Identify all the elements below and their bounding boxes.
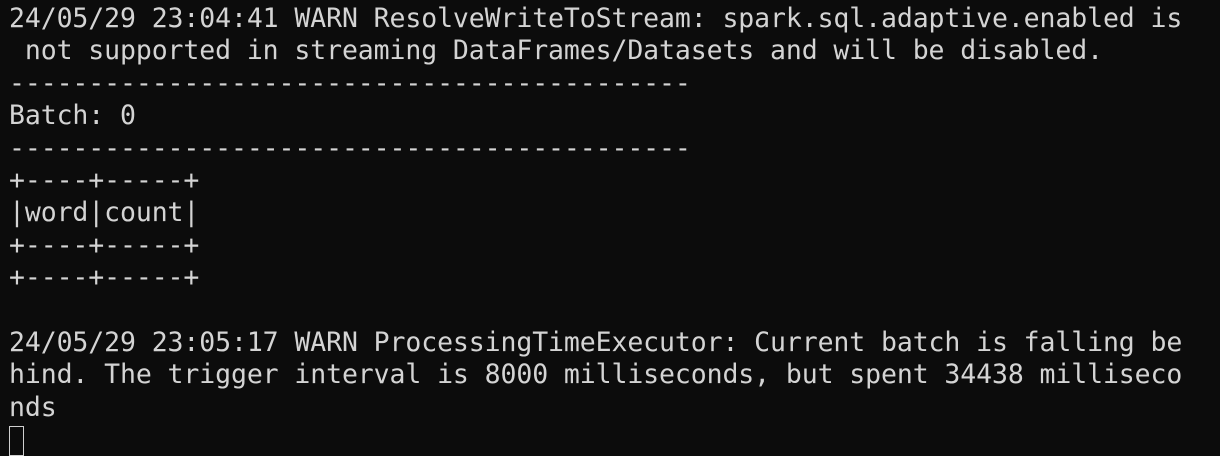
log-line-warn-processing-cont: hind. The trigger interval is 8000 milli…: [9, 359, 1183, 391]
batch-separator-top: ----------------------------------------…: [9, 67, 691, 99]
table-border-bottom: +----+-----+: [9, 262, 200, 294]
table-border-top: +----+-----+: [9, 164, 200, 196]
prompt-line[interactable]: [9, 424, 1220, 456]
batch-separator-bottom: ----------------------------------------…: [9, 132, 691, 164]
log-line-warn-processing-end: nds: [9, 391, 57, 423]
table-border-middle: +----+-----+: [9, 229, 200, 261]
batch-header: Batch: 0: [9, 100, 136, 132]
log-line-warn-processing: 24/05/29 23:05:17 WARN ProcessingTimeExe…: [9, 326, 1183, 358]
log-line-warn-resolve-cont: not supported in streaming DataFrames/Da…: [9, 35, 1103, 67]
log-line-warn-resolve: 24/05/29 23:04:41 WARN ResolveWriteToStr…: [9, 3, 1183, 34]
table-header-row: |word|count|: [9, 197, 200, 229]
terminal-window[interactable]: 24/05/29 23:04:41 WARN ResolveWriteToStr…: [0, 0, 1220, 456]
